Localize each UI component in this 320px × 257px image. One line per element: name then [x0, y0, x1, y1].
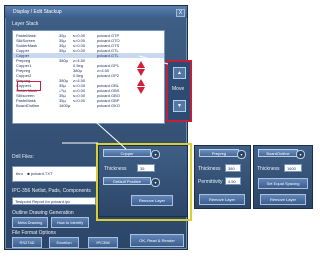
connector-line [29, 62, 127, 150]
connector-line [138, 55, 169, 65]
annotation-lines [29, 55, 169, 150]
